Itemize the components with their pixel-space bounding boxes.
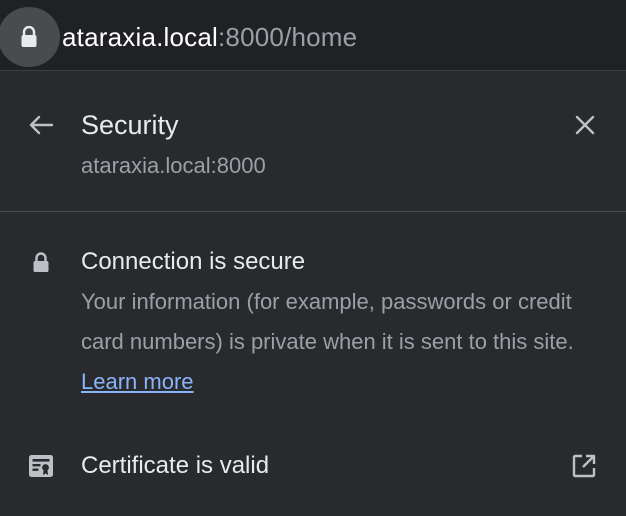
panel-subtitle: ataraxia.local:8000 [81,153,266,178]
back-button[interactable] [24,110,58,144]
address-bar[interactable]: ataraxia.local:8000/home [0,0,626,71]
certificate-label: Certificate is valid [81,452,270,479]
connection-description-text: Your information (for example, passwords… [81,289,574,354]
back-arrow-icon [28,114,54,141]
url-text[interactable]: ataraxia.local:8000/home [62,20,357,54]
learn-more-link[interactable]: Learn more [81,369,194,394]
connection-description: Your information (for example, passwords… [81,282,611,402]
external-link-icon[interactable] [570,452,598,480]
close-button[interactable] [568,110,602,144]
site-info-button[interactable] [0,7,60,67]
certificate-row[interactable]: Certificate is valid [0,430,626,502]
panel-title: Security [81,110,179,140]
lock-icon [29,250,53,274]
security-panel-header: Security ataraxia.local:8000 [0,72,626,212]
url-path: :8000/home [218,22,358,52]
certificate-icon [28,453,54,479]
lock-icon [20,26,38,48]
url-host: ataraxia.local [62,22,218,52]
close-icon [575,115,595,140]
connection-status-title: Connection is secure [81,248,306,275]
